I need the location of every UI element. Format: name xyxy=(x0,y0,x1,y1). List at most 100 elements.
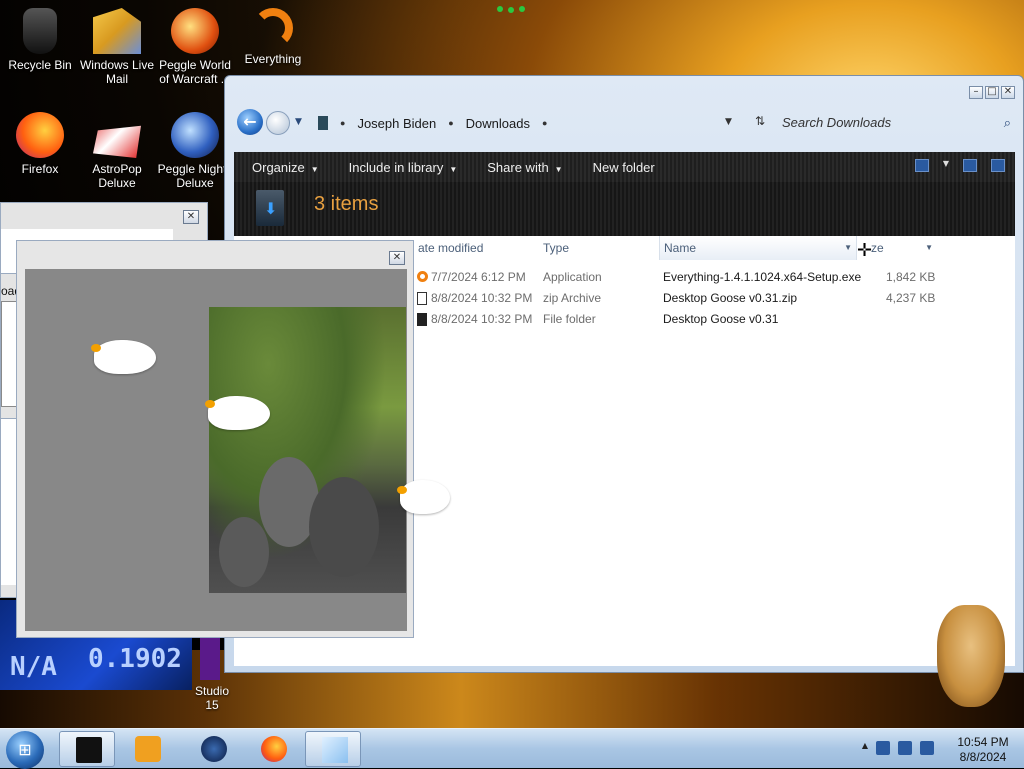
forward-button[interactable] xyxy=(266,111,290,135)
studio-icon xyxy=(200,638,220,680)
volume-icon[interactable] xyxy=(920,741,934,755)
pigeons-image xyxy=(209,307,406,593)
black-window-icon xyxy=(76,737,102,763)
resize-cursor-icon: ✛ xyxy=(857,240,873,261)
organize-button[interactable]: Organize ▼ xyxy=(252,160,319,175)
maximize-button[interactable]: □ xyxy=(985,86,999,99)
close-button[interactable]: ✕ xyxy=(183,210,199,224)
close-button[interactable]: ✕ xyxy=(389,251,405,265)
address-dropdown-icon[interactable]: ▼ xyxy=(725,117,732,127)
file-name: Desktop Goose v0.31.zip xyxy=(663,291,798,305)
wallpaper-ornament xyxy=(497,6,527,14)
address-row: ← ▼ ● Joseph Biden ● Downloads ● ▼ ⇅ Sea… xyxy=(235,108,1015,138)
search-icon[interactable]: ⌕ xyxy=(1004,110,1011,136)
file-date: 7/7/2024 6:12 PM xyxy=(431,270,526,284)
goose-beak xyxy=(205,400,215,408)
goose-sprite[interactable] xyxy=(91,340,156,374)
view-dropdown-icon[interactable]: ▼ xyxy=(943,159,949,172)
desktop-icon-firefox[interactable]: Firefox xyxy=(0,112,80,176)
file-type: File folder xyxy=(543,312,596,326)
history-dropdown-icon[interactable]: ▼ xyxy=(295,117,302,127)
start-button[interactable]: ⊞ xyxy=(6,731,44,769)
share-with-button[interactable]: Share with ▼ xyxy=(487,160,562,175)
column-date-modified[interactable]: ate modified xyxy=(414,236,539,260)
desktop-icon-label: Windows Live xyxy=(79,58,155,72)
goose-sprite[interactable] xyxy=(205,396,270,430)
astropop-icon xyxy=(93,125,141,158)
share-with-label: Share with xyxy=(487,159,549,175)
column-name-label: Name xyxy=(664,241,697,255)
breadcrumb-separator-icon[interactable]: ● xyxy=(448,118,453,128)
breadcrumb-separator-icon[interactable]: ● xyxy=(340,118,345,128)
desktop-icon-windows-live-mail[interactable]: Windows Live Mail xyxy=(77,8,157,86)
close-button[interactable]: ✕ xyxy=(1001,86,1015,99)
firefox-icon xyxy=(261,736,287,762)
breadcrumb-separator-icon[interactable]: ● xyxy=(542,118,547,128)
desktop-icon-label-2: Deluxe xyxy=(98,176,136,190)
tray-app-icon[interactable] xyxy=(876,741,890,755)
media-player-icon xyxy=(135,736,161,762)
item-count: 3 items xyxy=(314,193,379,215)
taskbar-app-explorer[interactable] xyxy=(59,731,115,767)
include-in-library-label: Include in library xyxy=(348,159,444,175)
goose-beak xyxy=(397,486,407,494)
breadcrumb-downloads[interactable]: Downloads xyxy=(466,116,530,131)
include-in-library-button[interactable]: Include in library ▼ xyxy=(349,160,458,175)
change-view-icon[interactable] xyxy=(914,159,929,172)
column-name[interactable]: Name ▼ xyxy=(659,236,857,260)
back-button[interactable]: ← xyxy=(237,109,263,135)
clock-date: 8/8/2024 xyxy=(959,750,1007,764)
desktop-icon-label: AstroPop xyxy=(92,162,142,176)
minimize-button[interactable]: – xyxy=(969,86,983,99)
file-type: Application xyxy=(543,270,602,284)
column-name-dropdown-icon[interactable]: ▼ xyxy=(844,236,852,260)
file-name: Everything-1.4.1.1024.x64-Setup.exe xyxy=(663,270,862,284)
zip-icon xyxy=(417,292,427,305)
taskbar-app-media-player[interactable] xyxy=(119,731,175,767)
desktop-icon-recycle-bin[interactable]: Recycle Bin xyxy=(0,8,80,72)
stock-text-1: N/A xyxy=(10,652,57,682)
preview-pane-icon[interactable] xyxy=(963,159,977,172)
clock[interactable]: 10:54 PM 8/8/2024 xyxy=(948,735,1018,765)
desktop-icon-peggle-world[interactable]: Peggle World of Warcraft ... xyxy=(155,8,235,86)
windows-live-mail-icon xyxy=(93,8,141,54)
system-tray: ▲ xyxy=(862,741,934,755)
refresh-icon[interactable]: ⇅ xyxy=(755,114,765,128)
desktop: Recycle Bin Windows Live Mail Peggle Wor… xyxy=(0,0,1024,728)
goose-sprite[interactable] xyxy=(397,480,450,514)
breadcrumb-joseph-biden[interactable]: Joseph Biden xyxy=(357,116,436,131)
taskbar-app-firefox[interactable] xyxy=(245,731,301,767)
file-date: 8/8/2024 10:32 PM xyxy=(431,312,533,326)
address-bar[interactable]: ● Joseph Biden ● Downloads ● xyxy=(310,110,760,136)
desktop-icon-label: Recycle Bin xyxy=(8,58,72,72)
column-type[interactable]: Type xyxy=(539,236,659,260)
everything-icon xyxy=(253,8,293,48)
command-bar: Organize ▼ Include in library ▼ Share with… xyxy=(234,152,1015,182)
new-folder-button[interactable]: New folder xyxy=(593,160,655,175)
pigeon xyxy=(309,477,379,577)
view-controls: ▼ xyxy=(914,159,1005,172)
desktop-icon-astropop[interactable]: AstroPop Deluxe xyxy=(77,112,157,190)
details-header: 3 items xyxy=(234,182,1015,236)
search-input[interactable]: Search Downloads ⌕ xyxy=(780,110,1015,136)
show-hidden-icons-icon[interactable]: ▲ xyxy=(862,741,868,755)
desktop-icon-everything[interactable]: Everything xyxy=(233,8,313,66)
help-icon[interactable] xyxy=(991,159,1005,172)
notes-icon xyxy=(322,737,348,763)
downloads-folder-icon xyxy=(256,190,284,226)
taskbar-app-globe[interactable] xyxy=(185,731,241,767)
firefox-icon xyxy=(16,112,64,158)
hamster-image xyxy=(937,605,1005,707)
organize-label: Organize xyxy=(252,159,305,175)
column-size-dropdown-icon[interactable]: ▼ xyxy=(925,236,933,260)
application-icon xyxy=(417,271,428,282)
desktop-icon-label-2: 15 xyxy=(205,698,219,712)
desktop-icon-label: Peggle Nights xyxy=(157,162,233,176)
taskbar-app-notes[interactable] xyxy=(305,731,361,767)
desktop-icon-peggle-nights[interactable]: Peggle Nights Deluxe xyxy=(155,112,235,190)
desktop-icon-label: Firefox xyxy=(21,162,59,176)
network-icon[interactable] xyxy=(898,741,912,755)
desktop-icon-label-2: Mail xyxy=(105,72,128,86)
folder-icon xyxy=(417,313,427,326)
peggle-nights-icon xyxy=(171,112,219,158)
